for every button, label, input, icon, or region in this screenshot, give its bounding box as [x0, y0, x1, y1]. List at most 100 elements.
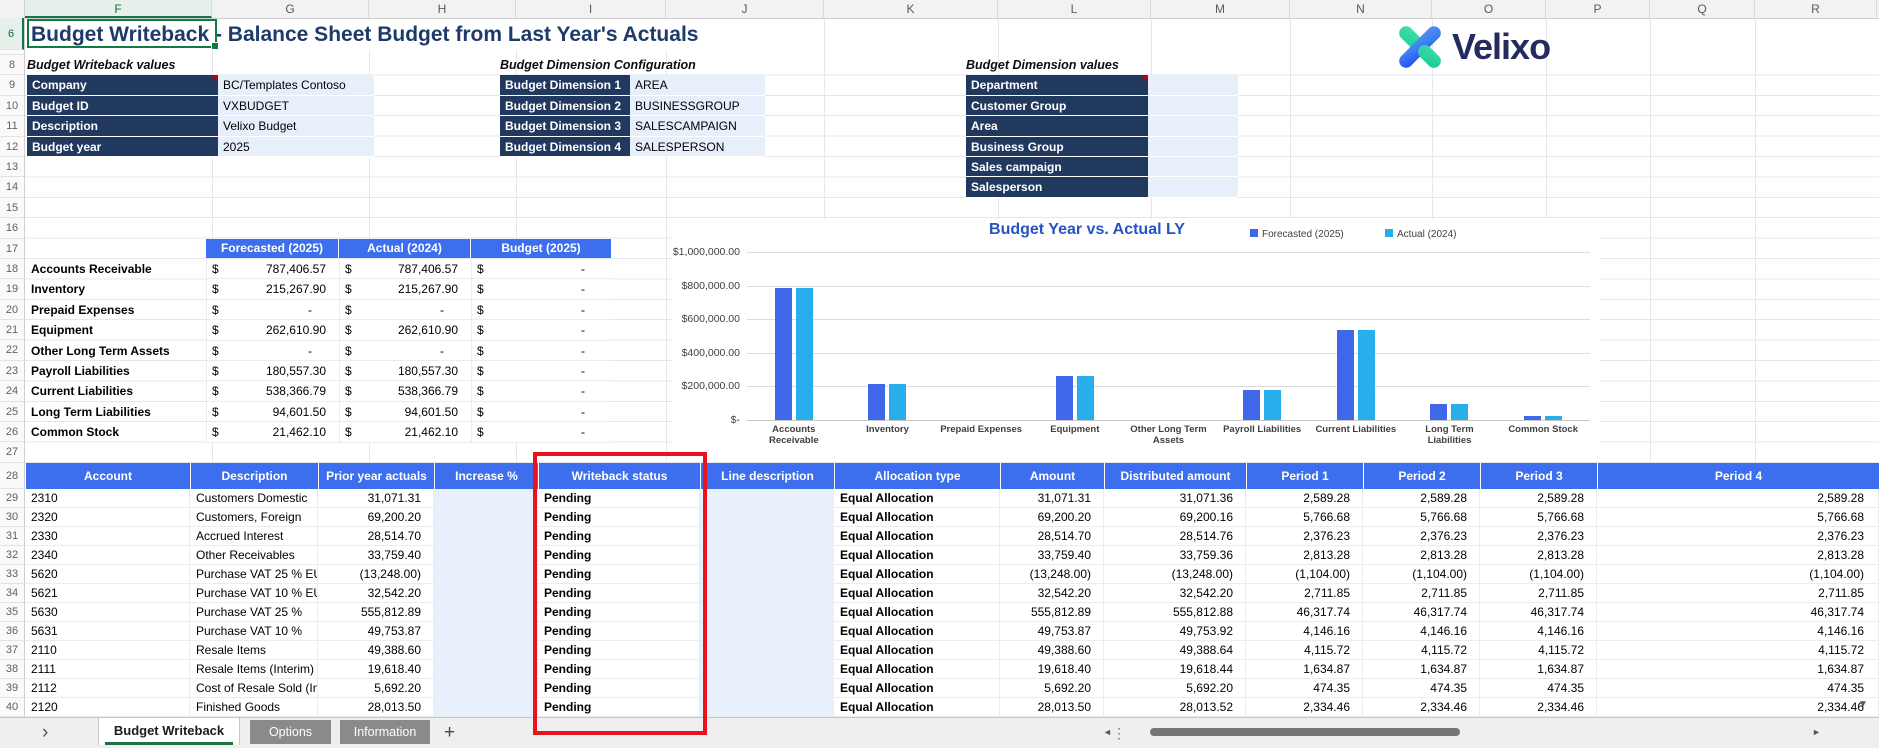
value-cell-writeback_values[interactable]: BC/Templates Contoso	[218, 75, 374, 96]
cell-p2[interactable]: (1,104.00)	[1363, 565, 1480, 584]
cell-account[interactable]: 5620	[25, 565, 190, 584]
balance-cell-forecasted[interactable]: $ -	[206, 299, 338, 321]
row-header-14[interactable]: 14	[0, 177, 24, 198]
table-header-p4[interactable]: Period 4	[1597, 463, 1879, 489]
horizontal-scrollbar-thumb[interactable]	[1150, 728, 1460, 736]
cell-prior[interactable]: 31,071.31	[318, 489, 434, 508]
balance-cell-budget[interactable]: $ -	[471, 340, 611, 361]
cell-line[interactable]	[700, 641, 834, 660]
cell-p4[interactable]: 5,766.68	[1597, 508, 1879, 527]
table-header-line[interactable]: Line description	[700, 463, 834, 489]
cell-increase[interactable]	[434, 546, 538, 565]
label-cell-dimension_values[interactable]: Department	[966, 75, 1148, 96]
cell-p2[interactable]: 2,589.28	[1363, 489, 1480, 508]
vertical-scroll-down-button[interactable]: ▼	[1858, 699, 1868, 710]
bar-chart[interactable]: Budget Year vs. Actual LY Forecasted (20…	[672, 219, 1600, 461]
cell-p3[interactable]: (1,104.00)	[1480, 565, 1597, 584]
cell-alloc[interactable]: Equal Allocation	[834, 622, 1000, 641]
cell-amount[interactable]: 69,200.20	[1000, 508, 1104, 527]
cell-p3[interactable]: 46,317.74	[1480, 603, 1597, 622]
row-header-28[interactable]: 28	[0, 462, 24, 489]
row-header-33[interactable]: 33	[0, 564, 24, 584]
cell-p2[interactable]: 2,376.23	[1363, 527, 1480, 546]
label-cell-writeback_values[interactable]: Budget ID	[27, 95, 218, 117]
label-cell-dimension_config[interactable]: Budget Dimension 2	[500, 95, 630, 117]
cell-p4[interactable]: 2,376.23	[1597, 527, 1879, 546]
cell-p1[interactable]: 474.35	[1246, 679, 1363, 698]
tab-information[interactable]: Information	[340, 720, 430, 744]
cell-prior[interactable]: 28,514.70	[318, 527, 434, 546]
value-cell-dimension_values[interactable]	[1148, 177, 1238, 198]
cell-p3[interactable]: 474.35	[1480, 679, 1597, 698]
row-header-27[interactable]: 27	[0, 442, 24, 463]
cell-p4[interactable]: 4,115.72	[1597, 641, 1879, 660]
cell-amount[interactable]: 32,542.20	[1000, 584, 1104, 603]
row-header-38[interactable]: 38	[0, 659, 24, 679]
value-cell-dimension_values[interactable]	[1148, 136, 1238, 157]
label-cell-dimension_config[interactable]: Budget Dimension 1	[500, 75, 630, 96]
table-header-p1[interactable]: Period 1	[1246, 463, 1363, 489]
balance-cell-actual[interactable]: $215,267.90	[339, 279, 470, 300]
cell-increase[interactable]	[434, 508, 538, 527]
row-header-36[interactable]: 36	[0, 621, 24, 641]
cell-amount[interactable]: 49,388.60	[1000, 641, 1104, 660]
cell-p3[interactable]: 2,711.85	[1480, 584, 1597, 603]
value-cell-dimension_values[interactable]	[1148, 75, 1238, 96]
balance-cell-budget[interactable]: $ -	[471, 381, 611, 402]
cell-increase[interactable]	[434, 527, 538, 546]
cell-account[interactable]: 2340	[25, 546, 190, 565]
balance-cell-actual[interactable]: $21,462.10	[339, 422, 470, 443]
table-header-distributed[interactable]: Distributed amount	[1104, 463, 1246, 489]
column-header-M[interactable]: M	[1151, 0, 1290, 18]
column-header-F[interactable]: F	[25, 0, 212, 18]
row-header-10[interactable]: 10	[0, 95, 24, 117]
cell-description[interactable]: Accrued Interest	[190, 527, 318, 546]
row-header-13[interactable]: 13	[0, 156, 24, 178]
cell-p3[interactable]: 4,115.72	[1480, 641, 1597, 660]
cell-distributed[interactable]: 555,812.88	[1104, 603, 1246, 622]
cell-increase[interactable]	[434, 584, 538, 603]
cell-status[interactable]: Pending	[538, 603, 700, 622]
balance-cell-forecasted[interactable]: $180,557.30	[206, 361, 338, 382]
cell-status[interactable]: Pending	[538, 546, 700, 565]
cell-p3[interactable]: 2,334.46	[1480, 698, 1597, 717]
balance-cell-forecasted[interactable]: $ -	[206, 340, 338, 361]
balance-cell-budget[interactable]: $ -	[471, 299, 611, 321]
row-header-18[interactable]: 18	[0, 258, 24, 280]
table-header-status[interactable]: Writeback status	[538, 463, 700, 489]
cell-alloc[interactable]: Equal Allocation	[834, 679, 1000, 698]
column-header-R[interactable]: R	[1755, 0, 1877, 18]
row-header-24[interactable]: 24	[0, 381, 24, 402]
cell-description[interactable]: Resale Items	[190, 641, 318, 660]
balance-cell-forecasted[interactable]: $215,267.90	[206, 279, 338, 300]
cell-increase[interactable]	[434, 622, 538, 641]
row-header-37[interactable]: 37	[0, 640, 24, 660]
cell-p4[interactable]: 2,711.85	[1597, 584, 1879, 603]
label-cell-dimension_values[interactable]: Business Group	[966, 136, 1148, 157]
cell-prior[interactable]: 69,200.20	[318, 508, 434, 527]
table-header-amount[interactable]: Amount	[1000, 463, 1104, 489]
balance-cell-forecasted[interactable]: $94,601.50	[206, 401, 338, 423]
cell-increase[interactable]	[434, 679, 538, 698]
add-sheet-button[interactable]: +	[444, 719, 455, 747]
label-cell-dimension_config[interactable]: Budget Dimension 3	[500, 116, 630, 137]
value-cell-dimension_values[interactable]	[1148, 116, 1238, 137]
value-cell-writeback_values[interactable]: 2025	[218, 136, 374, 157]
cell-p1[interactable]: 4,146.16	[1246, 622, 1363, 641]
row-header-30[interactable]: 30	[0, 507, 24, 527]
hscroll-left-arrow-icon[interactable]: ◄	[1103, 727, 1112, 737]
value-cell-dimension_values[interactable]	[1148, 157, 1238, 178]
hscroll-right-arrow-icon[interactable]: ►	[1812, 727, 1821, 737]
cell-amount[interactable]: 49,753.87	[1000, 622, 1104, 641]
cell-description[interactable]: Resale Items (Interim)	[190, 660, 318, 679]
cell-prior[interactable]: 33,759.40	[318, 546, 434, 565]
cell-amount[interactable]: 28,514.70	[1000, 527, 1104, 546]
cell-status[interactable]: Pending	[538, 622, 700, 641]
column-header-G[interactable]: G	[212, 0, 369, 18]
balance-cell-actual[interactable]: $262,610.90	[339, 320, 470, 341]
cell-increase[interactable]	[434, 603, 538, 622]
cell-description[interactable]: Purchase VAT 25 %	[190, 603, 318, 622]
fill-handle[interactable]	[211, 42, 219, 50]
label-cell-dimension_values[interactable]: Sales campaign	[966, 157, 1148, 178]
cell-prior[interactable]: 28,013.50	[318, 698, 434, 717]
